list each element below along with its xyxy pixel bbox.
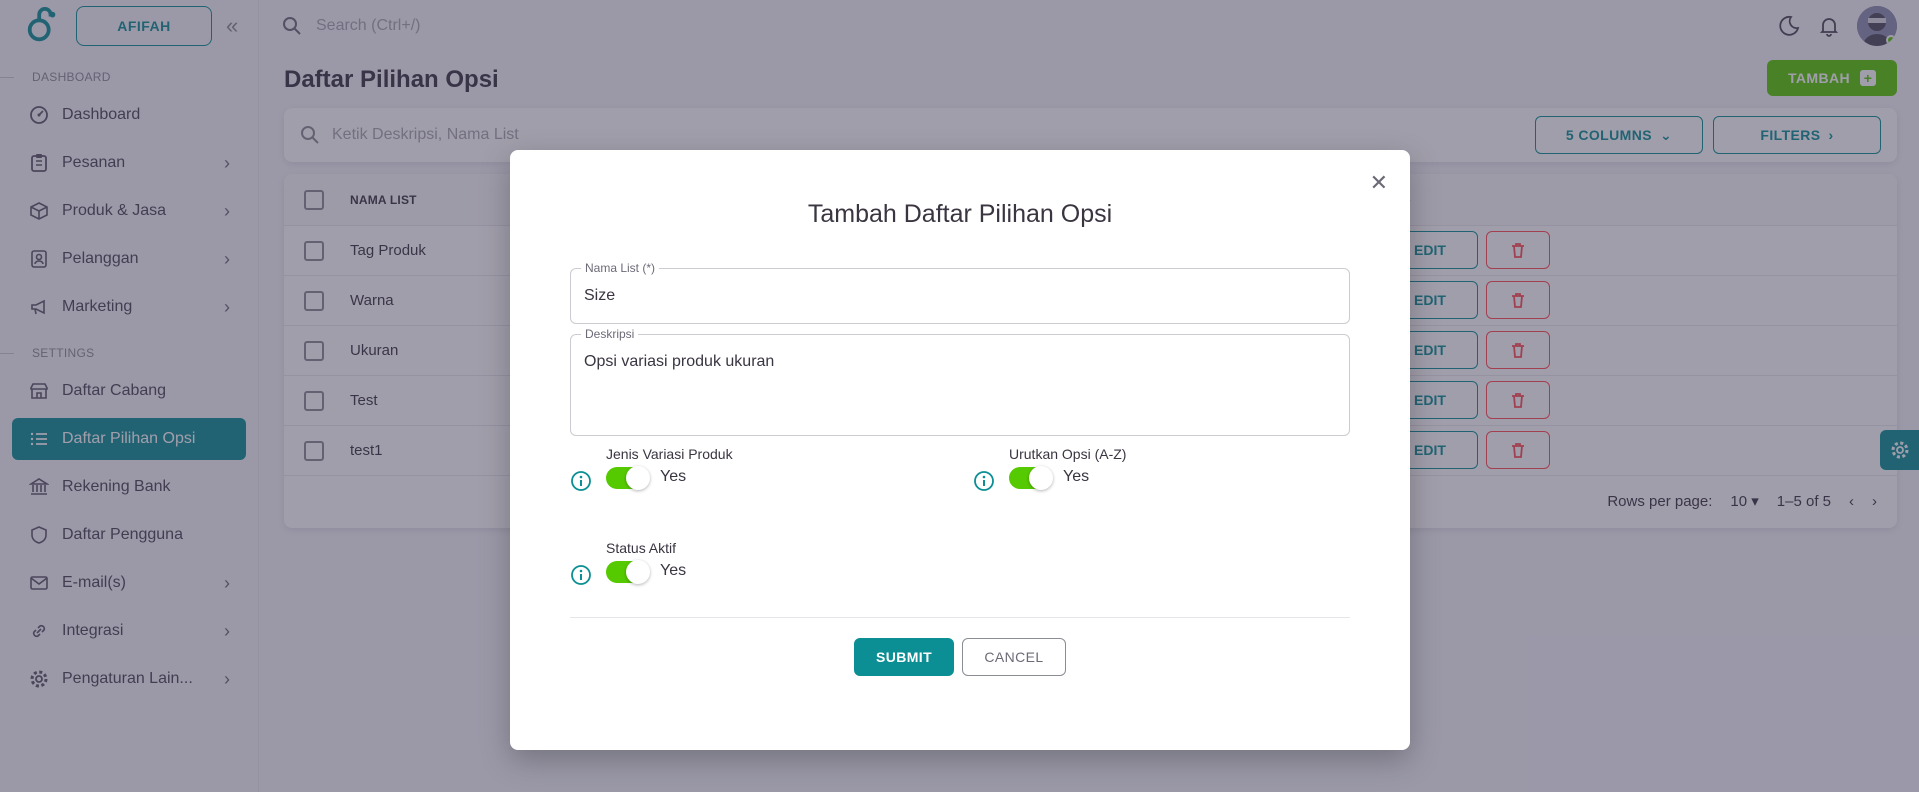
jenis-variasi-switch[interactable] — [606, 464, 650, 492]
urutkan-opsi-switch[interactable] — [1009, 464, 1053, 492]
add-option-list-dialog: ✕ Tambah Daftar Pilihan Opsi Nama List (… — [510, 150, 1410, 750]
close-icon[interactable]: ✕ — [1370, 170, 1388, 196]
info-icon[interactable] — [973, 470, 995, 492]
deskripsi-field[interactable]: Deskripsi Opsi variasi produk ukuran — [570, 327, 1350, 436]
status-aktif-label: Status Aktif — [606, 540, 677, 556]
deskripsi-label: Deskripsi — [581, 327, 639, 341]
dialog-title: Tambah Daftar Pilihan Opsi — [807, 200, 1113, 228]
status-aktif-switch[interactable] — [606, 558, 650, 586]
switch-knob — [1029, 466, 1053, 490]
nama-list-input[interactable]: Size — [584, 287, 615, 305]
nama-list-label: Nama List (*) — [581, 261, 660, 275]
dialog-divider — [570, 617, 1350, 618]
urutkan-opsi-label: Urutkan Opsi (A-Z) — [1009, 446, 1127, 462]
status-aktif-value: Yes — [660, 562, 687, 579]
jenis-variasi-label: Jenis Variasi Produk — [606, 446, 733, 462]
switch-knob — [626, 466, 650, 490]
info-icon[interactable] — [570, 564, 592, 586]
deskripsi-textarea[interactable]: Opsi variasi produk ukuran — [584, 353, 774, 371]
submit-button[interactable]: SUBMIT — [854, 638, 954, 676]
jenis-variasi-value: Yes — [660, 468, 687, 485]
cancel-button[interactable]: CANCEL — [962, 638, 1066, 676]
info-icon[interactable] — [570, 470, 592, 492]
nama-list-field[interactable]: Nama List (*) Size — [570, 261, 1350, 324]
switch-knob — [626, 560, 650, 584]
urutkan-opsi-value: Yes — [1063, 468, 1090, 485]
